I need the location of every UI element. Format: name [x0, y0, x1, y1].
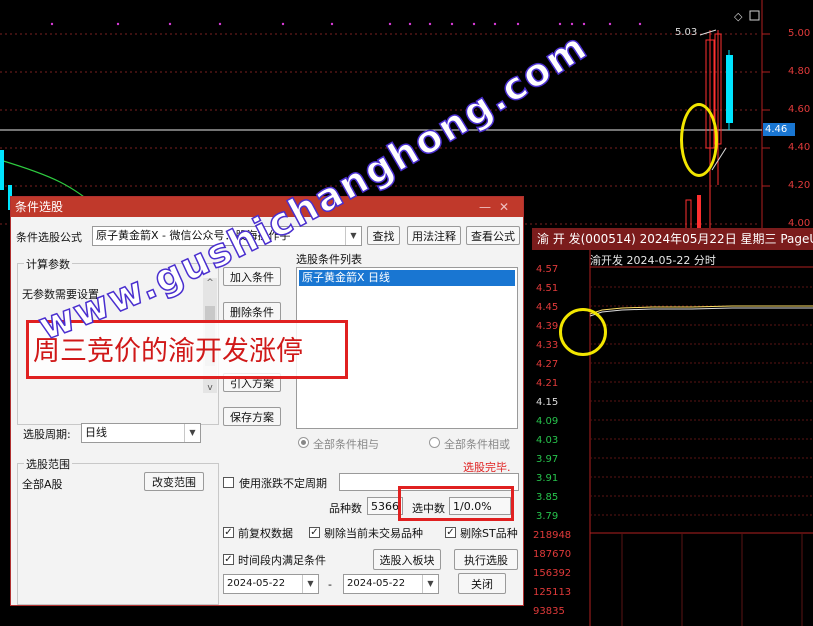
period-select-value: 日线	[85, 426, 107, 439]
intraday-chart-panel[interactable]: 渝 开 发(000514) 2024年05月22日 星期三 PageUp/ 渝开…	[532, 228, 813, 626]
radio-all-or[interactable]	[429, 437, 440, 448]
intraday-price-label: 4.27	[536, 359, 559, 370]
exclude-untraded-checkbox[interactable]: ✓	[309, 527, 320, 538]
formula-label: 条件选股公式	[16, 231, 82, 244]
view-formula-button[interactable]: 查看公式	[466, 226, 520, 245]
end-date-value: 2024-05-22	[347, 578, 406, 589]
save-plan-button[interactable]: 保存方案	[223, 407, 281, 426]
intraday-chart-title: 渝 开 发(000514) 2024年05月22日 星期三 PageUp/	[532, 228, 813, 250]
current-price-tag: 4.46	[763, 123, 795, 136]
use-period-checkbox[interactable]	[223, 477, 234, 488]
range-group: 选股范围 全部A股 改变范围	[17, 456, 219, 605]
stock-count-label: 品种数	[329, 502, 362, 515]
use-period-label: 使用涨跌不定周期	[239, 477, 327, 490]
highlight-circle	[559, 308, 607, 356]
add-condition-button[interactable]: 加入条件	[223, 267, 281, 286]
date-separator: -	[328, 578, 332, 591]
change-range-button[interactable]: 改变范围	[144, 472, 204, 491]
high-price-label: 5.03	[675, 27, 698, 38]
svg-text:◇: ◇	[734, 10, 743, 23]
range-value: 全部A股	[22, 478, 63, 491]
intraday-chart-canvas	[589, 250, 813, 626]
range-group-title: 选股范围	[24, 456, 72, 472]
radio-all-and-label: 全部条件相与	[313, 438, 379, 451]
period-label: 选股周期:	[23, 428, 71, 441]
chevron-down-icon: ▼	[422, 575, 438, 593]
exclude-st-label: 剔除ST品种	[460, 527, 518, 540]
dialog-titlebar[interactable]: 条件选股 —✕	[11, 197, 523, 217]
price-axis-label: 4.20	[788, 180, 811, 191]
usage-notes-button[interactable]: 用法注释	[407, 226, 461, 245]
intraday-price-label: 3.85	[536, 492, 559, 503]
end-date-input[interactable]: 2024-05-22 ▼	[343, 574, 439, 594]
chevron-down-icon: ▼	[345, 227, 361, 245]
volume-axis-label: 218948	[533, 530, 572, 541]
intraday-price-label: 4.33	[536, 340, 559, 351]
intraday-price-label: 4.03	[536, 435, 559, 446]
exclude-st-checkbox[interactable]: ✓	[445, 527, 456, 538]
params-group-title: 计算参数	[24, 256, 72, 272]
volume-axis-label: 93835	[533, 606, 565, 617]
close-icon[interactable]: ✕	[499, 200, 517, 214]
scroll-up-icon[interactable]: ^	[203, 278, 217, 288]
volume-axis-label: 187670	[533, 549, 572, 560]
price-axis-label: 4.60	[788, 104, 811, 115]
minimize-icon[interactable]: —	[479, 200, 499, 214]
condition-list-item[interactable]: 原子黄金箭X 日线	[299, 270, 515, 286]
intraday-price-label: 3.91	[536, 473, 559, 484]
intraday-price-label: 4.15	[536, 397, 559, 408]
radio-all-or-label: 全部条件相或	[444, 438, 510, 451]
find-button[interactable]: 查找	[367, 226, 400, 245]
condition-selection-dialog[interactable]: 条件选股 —✕ 条件选股公式 原子黄金箭X - 微信公众号：股海操作手 ▼ 查找…	[10, 196, 524, 606]
intraday-price-label: 3.79	[536, 511, 559, 522]
start-date-value: 2024-05-22	[227, 578, 286, 589]
close-button[interactable]: 关闭	[458, 573, 506, 594]
price-axis-label: 4.80	[788, 66, 811, 77]
dialog-title: 条件选股	[15, 200, 64, 214]
intraday-price-label: 4.21	[536, 378, 559, 389]
exclude-untraded-label: 剔除当前未交易品种	[324, 527, 423, 540]
fq-data-checkbox[interactable]: ✓	[223, 527, 234, 538]
fq-data-label: 前复权数据	[238, 527, 293, 540]
intraday-price-label: 4.45	[536, 302, 559, 313]
volume-axis-label: 125113	[533, 587, 572, 598]
formula-select-value: 原子黄金箭X - 微信公众号：股海操作手	[96, 229, 291, 242]
execute-selection-button[interactable]: 执行选股	[454, 549, 518, 570]
annotation-caption: 周三竞价的渝开发涨停	[33, 336, 303, 367]
period-satisfy-checkbox[interactable]: ✓	[223, 554, 234, 565]
price-axis-label: 5.00	[788, 28, 811, 39]
scroll-down-icon[interactable]: v	[203, 383, 217, 393]
formula-select[interactable]: 原子黄金箭X - 微信公众号：股海操作手 ▼	[92, 226, 362, 246]
price-axis-label: 4.40	[788, 142, 811, 153]
period-satisfy-label: 时间段内满足条件	[238, 554, 326, 567]
annotation-box: 周三竞价的渝开发涨停	[26, 320, 348, 379]
intraday-price-label: 4.51	[536, 283, 559, 294]
intraday-price-label: 4.39	[536, 321, 559, 332]
condition-list-label: 选股条件列表	[296, 253, 362, 266]
period-select[interactable]: 日线 ▼	[81, 423, 201, 443]
start-date-input[interactable]: 2024-05-22 ▼	[223, 574, 319, 594]
delete-condition-button[interactable]: 删除条件	[223, 302, 281, 321]
intraday-price-label: 3.97	[536, 454, 559, 465]
highlight-circle	[680, 103, 718, 177]
radio-all-and[interactable]	[298, 437, 309, 448]
params-text: 无参数需要设置	[22, 288, 99, 301]
volume-axis-label: 156392	[533, 568, 572, 579]
to-sector-button[interactable]: 选股入板块	[373, 549, 441, 570]
intraday-price-label: 4.09	[536, 416, 559, 427]
intraday-price-label: 4.57	[536, 264, 559, 275]
chevron-down-icon: ▼	[302, 575, 318, 593]
selected-count-highlight-box	[398, 486, 514, 521]
chevron-down-icon: ▼	[184, 424, 200, 442]
